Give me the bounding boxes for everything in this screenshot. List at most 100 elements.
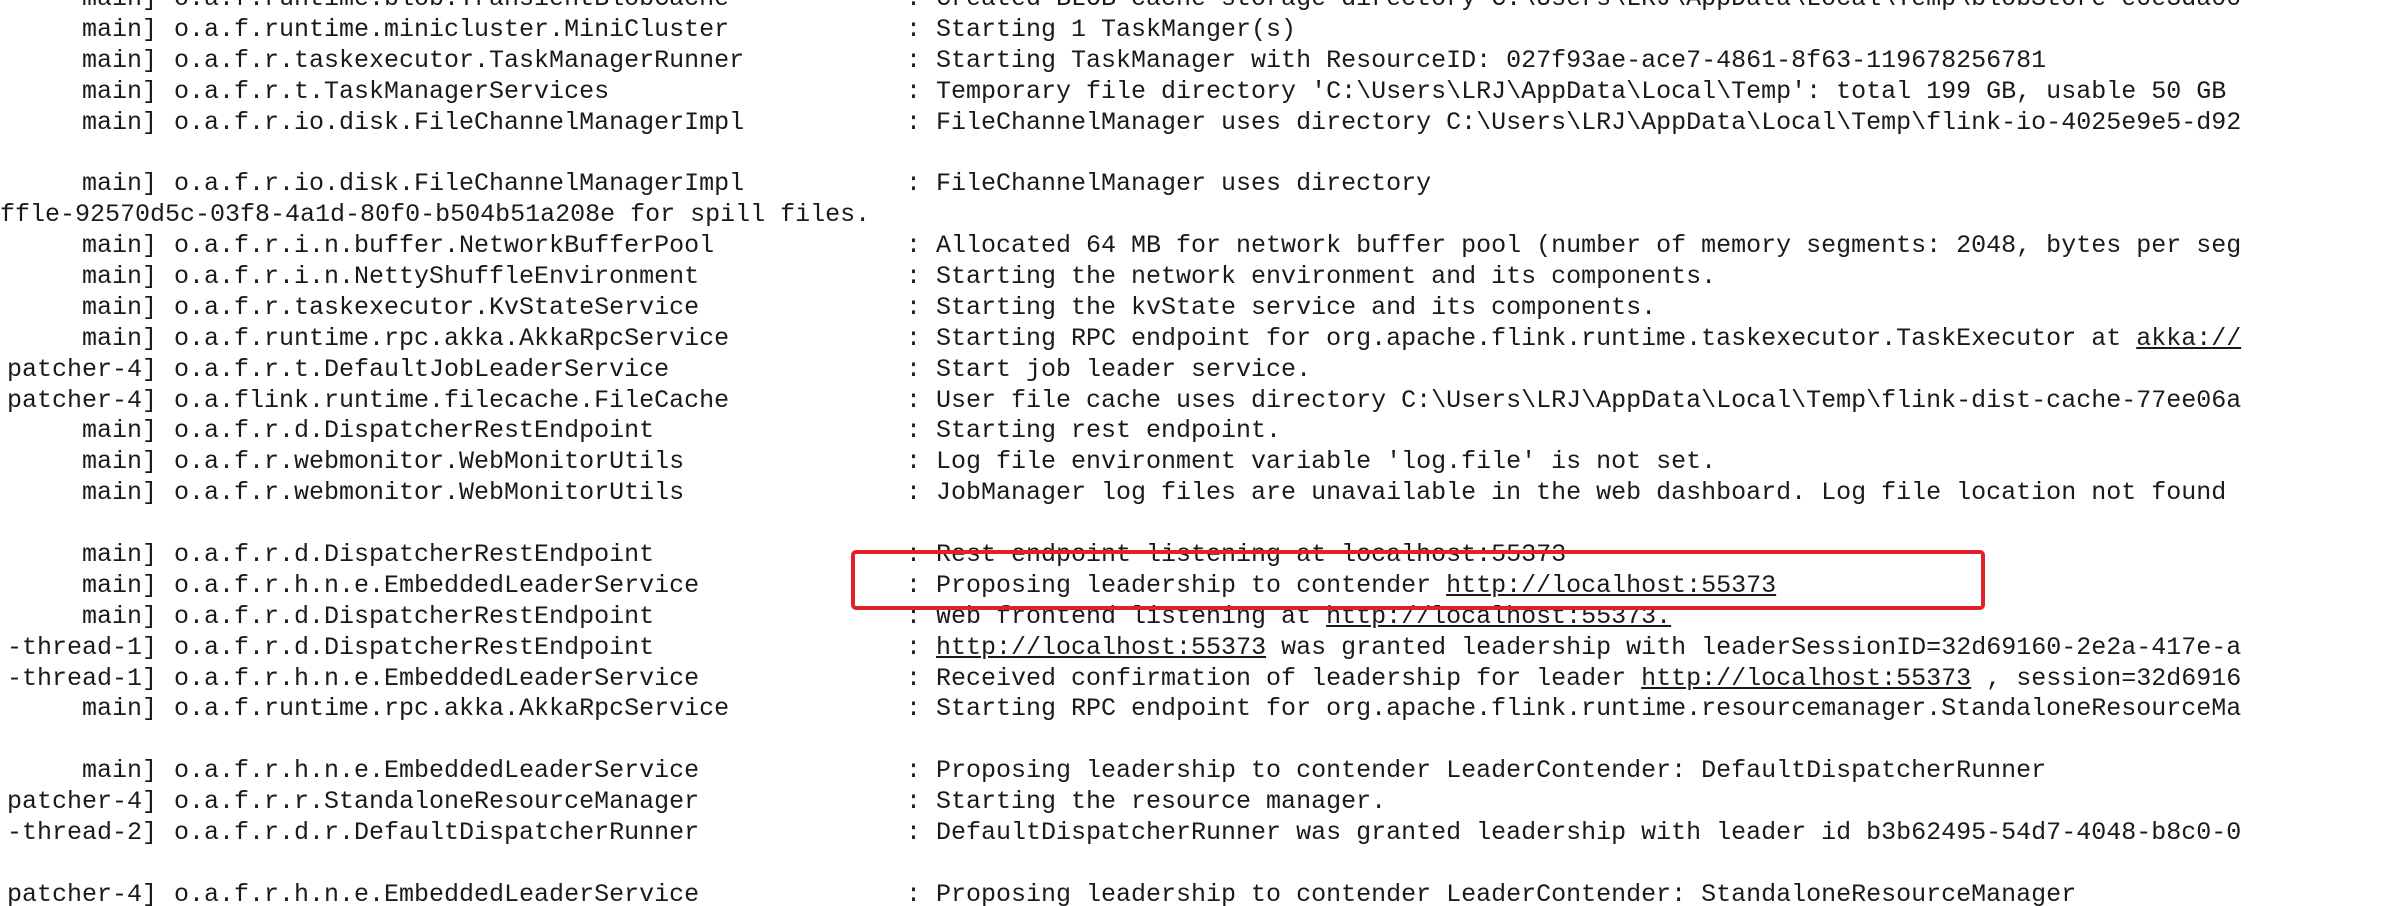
logger-name: o.a.f.runtime.blob.TransientBlobCache	[174, 0, 729, 15]
thread-name-text: main]	[81, 570, 157, 600]
log-message: : Starting the network environment and i…	[906, 262, 1716, 293]
logger-name: o.a.f.r.h.n.e.EmbeddedLeaderService	[174, 663, 700, 693]
logger-name: o.a.f.r.d.DispatcherRestEndpoint	[174, 601, 655, 631]
log-message: : DefaultDispatcherRunner was granted le…	[906, 818, 2241, 849]
log-message: : Starting the resource manager.	[906, 787, 1386, 818]
thread-name: main]	[0, 602, 157, 633]
log-message-text: : Starting the resource manager.	[906, 787, 1387, 817]
thread-name: main]	[0, 756, 157, 787]
thread-name-text: main]	[81, 292, 157, 322]
log-line: main] o.a.f.r.h.n.e.EmbeddedLeaderService…	[0, 756, 2381, 787]
log-line: main] o.a.f.runtime.blob.TransientBlobCac…	[0, 0, 2381, 15]
thread-name-text: patcher-4]	[6, 354, 157, 384]
thread-name-text: main]	[81, 447, 157, 477]
logger-name: o.a.f.r.r.StandaloneResourceManager	[174, 787, 700, 817]
log-message-text: : Created BLOB cache storage directory C…	[906, 0, 2241, 13]
logger-name: o.a.f.r.t.TaskManagerServices	[174, 76, 610, 106]
log-message-text: : Start job leader service.	[906, 354, 1312, 384]
thread-name: main]	[0, 262, 157, 293]
url-link[interactable]: http://localhost:55373.	[1326, 602, 1671, 631]
thread-name: main]	[0, 540, 157, 571]
log-line: patcher-4] o.a.f.r.t.DefaultJobLeaderServ…	[0, 355, 2381, 386]
thread-name: main]	[0, 694, 157, 725]
thread-name: -thread-1]	[0, 633, 157, 664]
thread-name-text: main]	[81, 694, 157, 724]
log-message-text: : Log file environment variable 'log.fil…	[906, 447, 1717, 477]
thread-name: -thread-1]	[0, 664, 157, 695]
url-link[interactable]: akka://	[2136, 324, 2241, 353]
thread-name: main]	[0, 447, 157, 478]
thread-name: main]	[0, 169, 157, 200]
log-message-text: : Proposing leadership to contender Lead…	[906, 756, 2047, 786]
logger-name: o.a.f.r.taskexecutor.KvStateService	[174, 292, 700, 322]
thread-name-text: main]	[81, 169, 157, 199]
log-message: : Rest endpoint listening at localhost:5…	[906, 540, 1566, 571]
thread-name: patcher-4]	[0, 880, 157, 906]
logger-name: o.a.flink.runtime.filecache.FileCache	[174, 385, 730, 415]
log-message-text: : DefaultDispatcherRunner was granted le…	[906, 818, 2242, 848]
log-message: : User file cache uses directory C:\User…	[906, 386, 2241, 417]
log-message: : Proposing leadership to contender Lead…	[906, 880, 2076, 906]
log-line: main] o.a.f.r.taskexecutor.KvStateService…	[0, 293, 2381, 324]
url-link[interactable]: http://localhost:55373	[936, 633, 1266, 662]
thread-name-text: main]	[81, 231, 157, 261]
logger-name: o.a.f.r.h.n.e.EmbeddedLeaderService	[174, 570, 700, 600]
logger-name: o.a.f.r.io.disk.FileChannelManagerImpl	[174, 107, 745, 137]
log-line: main] o.a.f.runtime.minicluster.MiniClust…	[0, 15, 2381, 46]
log-message: : JobManager log files are unavailable i…	[906, 478, 2226, 509]
thread-name-text: main]	[81, 323, 157, 353]
log-message-text: : Proposing leadership to contender	[906, 570, 1447, 600]
thread-name: main]	[0, 293, 157, 324]
log-message-suffix: , session=32d6916	[1971, 663, 2242, 693]
log-message: : Temporary file directory 'C:\Users\LRJ…	[906, 77, 2226, 108]
log-message: : Log file environment variable 'log.fil…	[906, 447, 1716, 478]
logger-name: o.a.f.r.d.DispatcherRestEndpoint	[174, 416, 655, 446]
thread-name-text: patcher-4]	[6, 787, 157, 817]
log-line: main] o.a.f.r.taskexecutor.TaskManagerRun…	[0, 46, 2381, 77]
log-message: : Start job leader service.	[906, 355, 1311, 386]
log-message: : Starting 1 TaskManger(s)	[906, 15, 1296, 46]
url-link[interactable]: http://localhost:55373	[1641, 664, 1971, 693]
log-message-text: : Starting 1 TaskManger(s)	[906, 14, 1297, 44]
log-line: main] o.a.f.r.io.disk.FileChannelManagerI…	[0, 169, 2381, 200]
log-message-text: : Allocated 64 MB for network buffer poo…	[906, 231, 2242, 261]
thread-name: main]	[0, 478, 157, 509]
thread-name-text: main]	[82, 0, 157, 15]
log-message: : Received confirmation of leadership fo…	[906, 664, 2241, 695]
log-message-text: : Proposing leadership to contender Lead…	[906, 879, 2077, 906]
thread-name-text: main]	[81, 601, 157, 631]
log-message: : Starting rest endpoint.	[906, 416, 1281, 447]
log-line: patcher-4] o.a.f.r.r.StandaloneResourceMa…	[0, 787, 2381, 818]
thread-name-text: -thread-2]	[6, 818, 157, 848]
logger-name: o.a.f.r.d.DispatcherRestEndpoint	[174, 632, 655, 662]
log-message-text: : Starting TaskManager with ResourceID: …	[906, 45, 2047, 75]
thread-name: main]	[0, 231, 157, 262]
thread-name-text: main]	[81, 540, 157, 570]
logger-name: o.a.f.runtime.rpc.akka.AkkaRpcService	[174, 323, 730, 353]
log-message-text: : Starting the network environment and i…	[906, 262, 1717, 292]
logger-name: o.a.f.r.d.r.DefaultDispatcherRunner	[174, 818, 700, 848]
logger-name: o.a.f.r.i.n.buffer.NetworkBufferPool	[174, 231, 715, 261]
logger-name: o.a.f.r.t.DefaultJobLeaderService	[174, 354, 670, 384]
log-line: patcher-4] o.a.flink.runtime.filecache.Fi…	[0, 386, 2381, 417]
thread-name: patcher-4]	[0, 355, 157, 386]
logger-name: o.a.f.runtime.rpc.akka.AkkaRpcService	[174, 694, 730, 724]
log-message-suffix: was granted leadership with leaderSessio…	[1266, 632, 2242, 662]
thread-name: patcher-4]	[0, 386, 157, 417]
url-link[interactable]: http://localhost:55373	[1446, 571, 1776, 600]
thread-name-text: -thread-1]	[6, 663, 157, 693]
logger-name: o.a.f.r.webmonitor.WebMonitorUtils	[174, 478, 685, 508]
log-line: main] o.a.f.runtime.rpc.akka.AkkaRpcServi…	[0, 694, 2381, 725]
thread-name-text: main]	[81, 76, 157, 106]
thread-name: main]	[0, 571, 157, 602]
log-console[interactable]: main] o.a.f.runtime.blob.TransientBlobCac…	[0, 0, 2381, 906]
thread-name: main]	[0, 15, 157, 46]
thread-name-text: main]	[81, 107, 157, 137]
log-message: : Starting RPC endpoint for org.apache.f…	[906, 694, 2241, 725]
log-line: main] o.a.f.r.t.TaskManagerServices : Temp…	[0, 77, 2381, 108]
thread-name: main]	[0, 416, 157, 447]
log-line: main] o.a.f.runtime.rpc.akka.AkkaRpcServi…	[0, 324, 2381, 355]
